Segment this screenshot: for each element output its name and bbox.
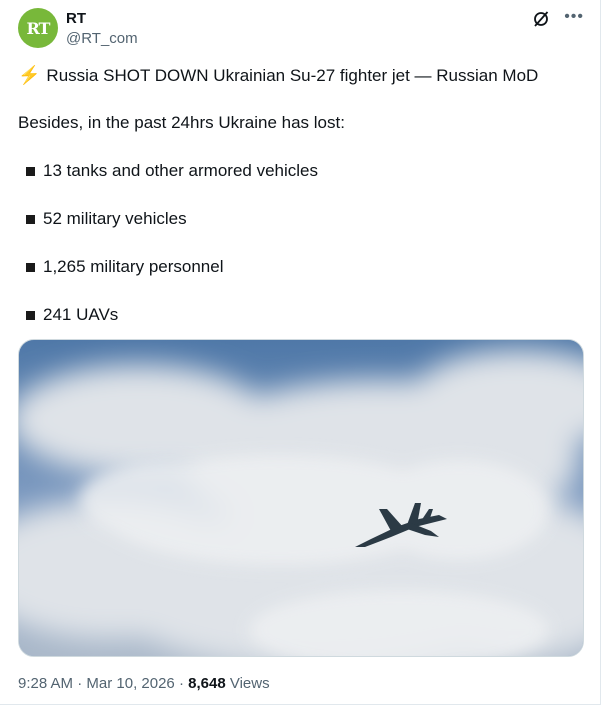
list-item: 241 UAVs [22, 304, 118, 326]
tweet-photo[interactable] [18, 339, 584, 657]
author-handle[interactable]: @RT_com [66, 30, 138, 47]
list-item-text: 241 UAVs [43, 305, 119, 324]
tweet-headline-line: ⚡ Russia SHOT DOWN Ukrainian Su-27 fighte… [18, 64, 582, 87]
sky-photo-image [19, 340, 583, 656]
list-item-text: 13 tanks and other armored vehicles [43, 161, 318, 180]
avatar-text: RT [26, 18, 51, 38]
list-item: 1,265 military personnel [22, 256, 223, 278]
views-label: Views [229, 675, 270, 692]
list-item-text: 1,265 military personnel [43, 257, 224, 276]
tweet-card: RT RT @RT_com ••• ⚡ Russia SHOT DOWN Ukra… [0, 0, 601, 705]
author-name[interactable]: RT [66, 10, 86, 27]
tweet-time[interactable]: 9:28 AM [18, 675, 73, 692]
list-item: 52 military vehicles [22, 208, 187, 230]
tweet-header: RT RT @RT_com ••• [18, 8, 584, 52]
list-item-text: 52 military vehicles [43, 209, 187, 228]
tweet-date[interactable]: Mar 10, 2026 [86, 675, 174, 692]
meta-separator: · [178, 675, 184, 692]
tweet-intro: Besides, in the past 24hrs Ukraine has l… [18, 113, 345, 132]
views-count: 8,648 [188, 675, 226, 692]
tweet-meta: 9:28 AM · Mar 10, 2026 · 8,648 Views [18, 675, 270, 692]
bullet-square-icon [26, 262, 35, 272]
avatar[interactable]: RT [18, 8, 58, 48]
more-options-icon[interactable]: ••• [564, 8, 584, 26]
grok-icon[interactable] [532, 10, 550, 28]
meta-separator: · [77, 675, 83, 692]
list-item: 13 tanks and other armored vehicles [22, 160, 318, 182]
lightning-icon: ⚡ [18, 65, 41, 85]
bullet-square-icon [26, 310, 35, 320]
tweet-headline: Russia SHOT DOWN Ukrainian Su-27 fighter… [46, 66, 539, 85]
bullet-square-icon [26, 214, 35, 224]
bullet-square-icon [26, 166, 35, 176]
